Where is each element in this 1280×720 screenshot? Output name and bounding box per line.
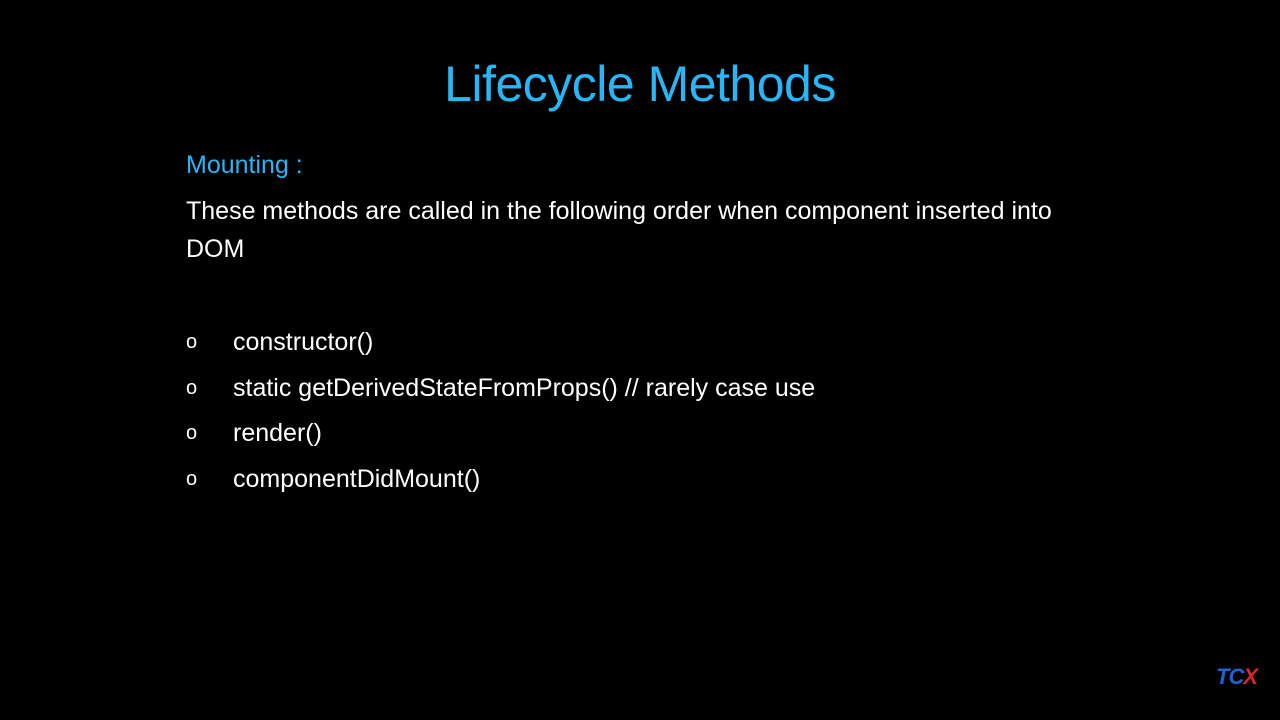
list-item: o componentDidMount()	[186, 457, 815, 503]
section-heading: Mounting :	[186, 151, 303, 179]
slide-description: These methods are called in the followin…	[186, 197, 1052, 263]
logo-tc-text: TC	[1216, 664, 1244, 689]
method-list: o constructor() o static getDerivedState…	[186, 320, 815, 502]
method-label: static getDerivedStateFromProps() // rar…	[233, 373, 816, 402]
slide-title: Lifecycle Methods	[444, 56, 836, 112]
bullet-icon: o	[186, 467, 198, 490]
bullet-icon: o	[186, 376, 198, 399]
list-item: o constructor()	[186, 320, 815, 366]
method-label: componentDidMount()	[233, 464, 481, 493]
method-label: render()	[233, 419, 322, 448]
list-item: o static getDerivedStateFromProps() // r…	[186, 366, 815, 412]
presentation-slide: Lifecycle Methods Mounting : These metho…	[0, 0, 1280, 720]
list-item: o render()	[186, 411, 815, 457]
logo-x-text: X	[1243, 664, 1258, 689]
method-label: constructor()	[233, 328, 374, 357]
bullet-icon: o	[186, 422, 198, 445]
bullet-icon: o	[186, 331, 198, 354]
tcx-logo: TCX	[1216, 664, 1258, 690]
